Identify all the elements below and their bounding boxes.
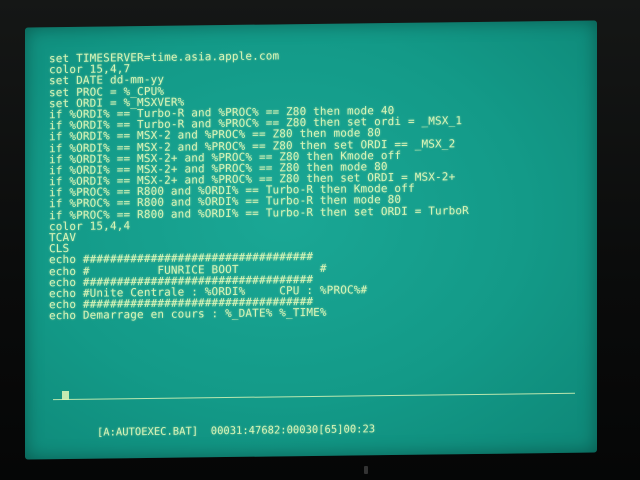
status-file-name: [A:AUTOEXEC.BAT] [96,425,199,439]
monitor-bezel: set TIMESERVER=time.asia.apple.com color… [0,0,640,480]
status-divider [53,392,575,401]
monitor-power-indicator [364,466,368,474]
status-bar: [A:AUTOEXEC.BAT] 00031:47682:00030[65]00… [59,411,375,451]
status-position-info: 00031:47682:00030[65]00:23 [210,423,376,438]
crt-screen: set TIMESERVER=time.asia.apple.com color… [25,20,597,460]
editor-text-area[interactable]: set TIMESERVER=time.asia.apple.com color… [49,47,589,322]
